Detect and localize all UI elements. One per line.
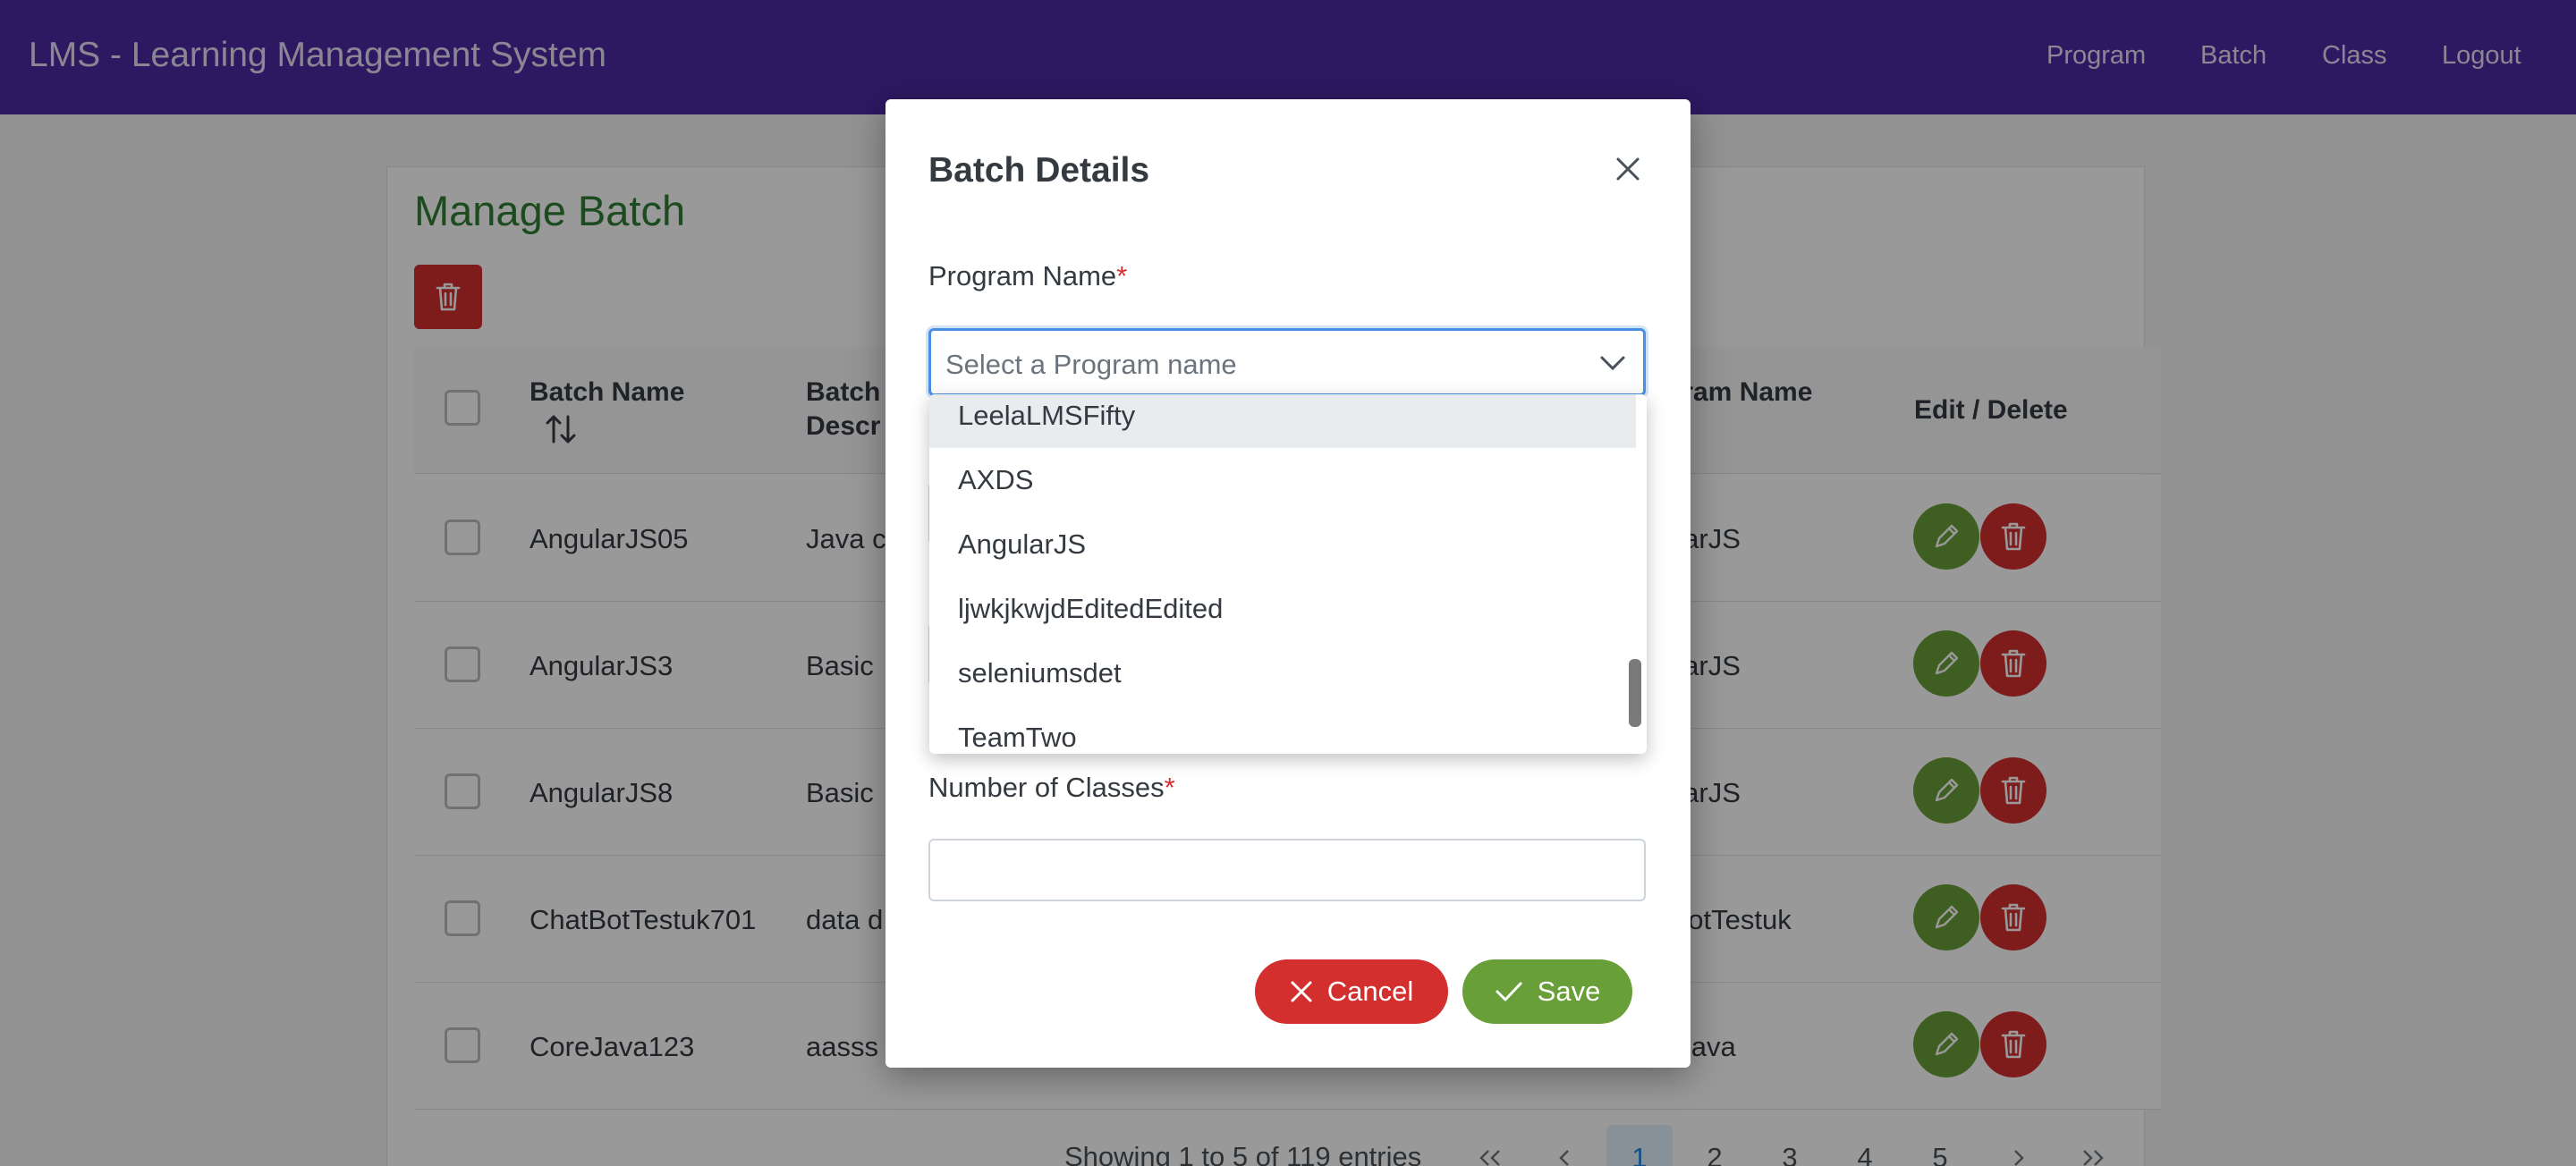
program-name-label: Program Name* [928, 260, 1128, 292]
dropdown-scrollbar[interactable] [1629, 659, 1641, 727]
close-icon [1291, 981, 1312, 1002]
option-item[interactable]: AngularJS [929, 512, 1636, 577]
chevron-down-icon [1600, 356, 1625, 371]
close-icon [1616, 157, 1640, 181]
check-icon [1496, 982, 1522, 1001]
option-item[interactable]: AXDS [929, 448, 1636, 512]
save-button[interactable]: Save [1462, 959, 1632, 1024]
program-options-list[interactable]: LeelaLMSFifty AXDS AngularJS ljwkjkwjdEd… [929, 394, 1647, 754]
program-name-dropdown[interactable]: Select a Program name [928, 328, 1646, 396]
number-of-classes-label: Number of Classes* [928, 772, 1175, 803]
option-item[interactable]: TeamTwo [929, 706, 1636, 754]
close-button[interactable] [1601, 142, 1655, 196]
dialog-title: Batch Details [928, 151, 1150, 190]
option-item[interactable]: LeelaLMSFifty [929, 394, 1636, 448]
option-item[interactable]: seleniumsdet [929, 641, 1636, 706]
cancel-label: Cancel [1326, 976, 1414, 1007]
save-label: Save [1537, 976, 1601, 1007]
cancel-button[interactable]: Cancel [1255, 959, 1448, 1024]
option-item[interactable]: ljwkjkwjdEditedEdited [929, 577, 1636, 641]
required-asterisk: * [1116, 260, 1128, 292]
number-of-classes-input[interactable] [928, 839, 1646, 901]
required-asterisk: * [1164, 772, 1175, 803]
dropdown-placeholder: Select a Program name [945, 349, 1237, 380]
